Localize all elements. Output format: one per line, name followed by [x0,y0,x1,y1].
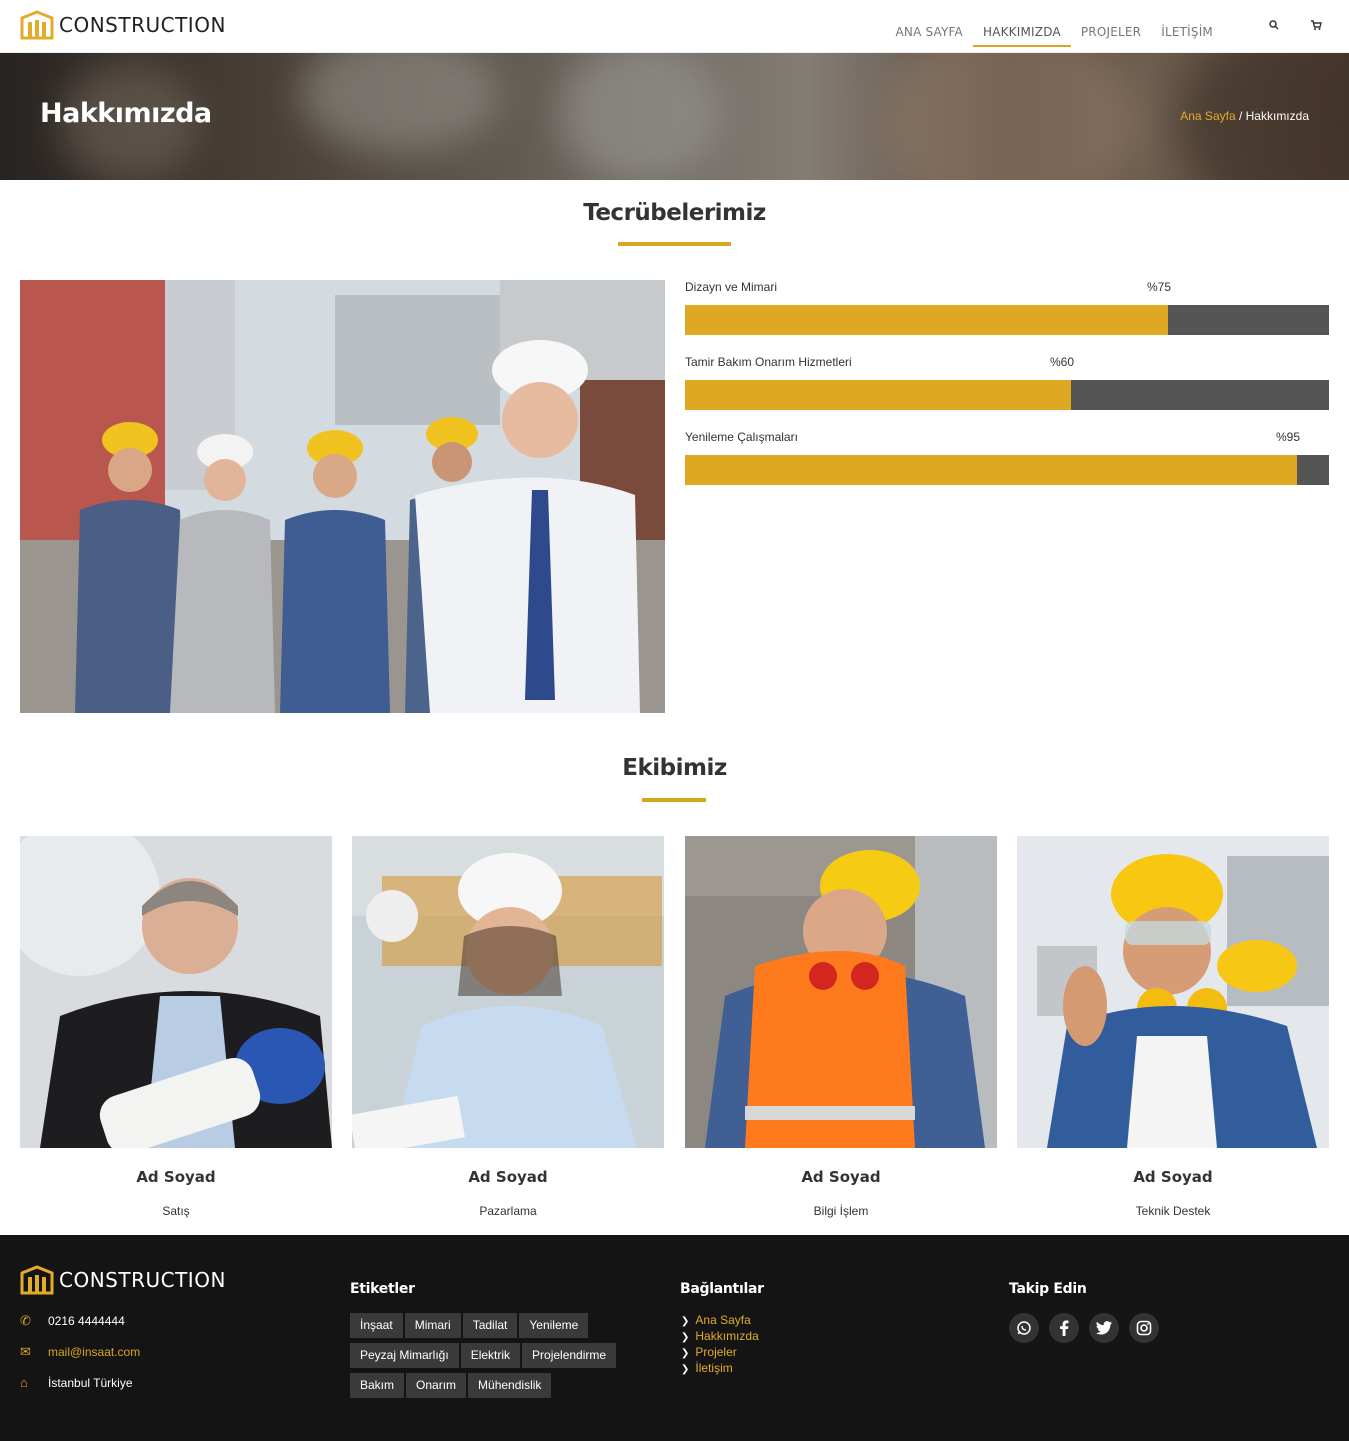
tag-link[interactable]: Mimari [404,1313,461,1338]
link-label: İletişim [695,1361,733,1375]
experience-title-underline [618,242,731,246]
member-photo [352,836,664,1148]
chevron-right-icon: ❯ [681,1364,690,1375]
link-label: Projeler [695,1345,737,1359]
member-photo [685,836,997,1148]
brand-logo[interactable]: CONSTRUCTION [20,10,226,40]
member-name: Ad Soyad [468,1168,548,1186]
tag-cloud: İnşaat Mimari Tadilat Yenileme Peyzaj Mimarl… [350,1313,650,1403]
team-group-photo [20,280,665,713]
skill-percent: %75 [1147,280,1172,294]
member-photo [20,836,332,1148]
progress-bar [685,455,1329,485]
skill-maintenance: Tamir Bakım Onarım Hizmetleri %60 [685,355,1329,410]
breadcrumb: Ana Sayfa / Hakkımızda [1180,109,1309,123]
footer-links: ❯ Ana Sayfa ❯ Hakkımızda ❯ Projeler ❯ İletiş… [681,1313,759,1377]
address-text: İstanbul Türkiye [48,1375,133,1390]
home-icon: ⌂ [20,1375,28,1390]
tag-link[interactable]: Elektrik [460,1343,521,1368]
progress-fill [685,455,1297,485]
link-label: Ana Sayfa [695,1313,751,1327]
nav-projects[interactable]: PROJELER [1071,7,1151,47]
building-logo-icon [20,10,54,40]
skill-percent: %60 [1050,355,1075,369]
skill-label: Dizayn ve Mimari [685,280,778,294]
main-nav: ANA SAYFA HAKKIMIZDA PROJELER İLETİŞİM [886,0,1349,53]
member-name: Ad Soyad [801,1168,881,1186]
social-links [1009,1313,1169,1343]
member-role: Pazarlama [479,1204,537,1218]
skill-label: Tamir Bakım Onarım Hizmetleri [685,355,852,369]
footer-address: ⌂ İstanbul Türkiye [20,1375,133,1390]
skill-design: Dizayn ve Mimari %75 [685,280,1329,335]
tag-link[interactable]: Bakım [350,1373,405,1398]
member-role: Teknik Destek [1135,1204,1211,1218]
phone-number: 0216 4444444 [48,1314,125,1328]
footer-link-home[interactable]: ❯ Ana Sayfa [681,1313,759,1329]
building-logo-icon [20,1265,54,1295]
whatsapp-icon[interactable] [1009,1313,1039,1343]
progress-fill [685,380,1072,410]
twitter-icon[interactable] [1089,1313,1119,1343]
member-role: Satış [162,1204,190,1218]
breadcrumb-separator: / [1235,109,1246,123]
mail-icon: ✉ [20,1344,31,1359]
team-member-card: Ad Soyad Satış [20,836,332,1218]
team-member-card: Ad Soyad Bilgi İşlem [685,836,997,1218]
progress-fill [685,305,1168,335]
footer-link-projects[interactable]: ❯ Projeler [681,1345,759,1361]
breadcrumb-home-link[interactable]: Ana Sayfa [1180,109,1235,123]
page-banner: Hakkımızda Ana Sayfa / Hakkımızda [0,53,1349,180]
footer-link-contact[interactable]: ❯ İletişim [681,1361,759,1377]
chevron-right-icon: ❯ [681,1316,690,1327]
cart-icon[interactable] [1295,20,1337,33]
tag-link[interactable]: Mühendislik [468,1373,552,1398]
team-member-card: Ad Soyad Teknik Destek [1017,836,1329,1218]
tag-link[interactable]: Peyzaj Mimarlığı [350,1343,459,1368]
skill-renovation: Yenileme Çalışmaları %95 [685,430,1329,485]
tag-link[interactable]: İnşaat [350,1313,403,1338]
phone-icon: ✆ [20,1313,31,1328]
progress-bar [685,305,1329,335]
email-link[interactable]: mail@insaat.com [48,1345,140,1359]
site-footer: CONSTRUCTION ✆ 0216 4444444 ✉ mail@insaa… [0,1235,1349,1441]
site-header: CONSTRUCTION ANA SAYFA HAKKIMIZDA PROJEL… [0,0,1349,53]
team-title: Ekibimiz [622,755,727,781]
member-role: Bilgi İşlem [813,1204,869,1218]
search-icon[interactable] [1253,20,1295,33]
footer-phone: ✆ 0216 4444444 [20,1313,125,1329]
team-member-card: Ad Soyad Pazarlama [352,836,664,1218]
progress-bar [685,380,1329,410]
page-title: Hakkımızda [40,98,212,129]
skill-label: Yenileme Çalışmaları [685,430,798,444]
nav-home[interactable]: ANA SAYFA [886,7,973,47]
footer-brand-name: CONSTRUCTION [59,1268,226,1292]
tag-link[interactable]: Tadilat [462,1313,518,1338]
instagram-icon[interactable] [1129,1313,1159,1343]
experience-title: Tecrübelerimiz [583,200,766,226]
links-heading: Bağlantılar [680,1281,764,1297]
footer-email: ✉ mail@insaat.com [20,1344,140,1360]
footer-link-about[interactable]: ❯ Hakkımızda [681,1329,759,1345]
footer-brand-logo[interactable]: CONSTRUCTION [20,1265,226,1295]
facebook-icon[interactable] [1049,1313,1079,1343]
chevron-right-icon: ❯ [681,1348,690,1359]
chevron-right-icon: ❯ [681,1332,690,1343]
skill-percent: %95 [1276,430,1301,444]
nav-about[interactable]: HAKKIMIZDA [972,7,1071,47]
brand-name: CONSTRUCTION [59,13,226,37]
tag-link[interactable]: Projelendirme [522,1343,617,1368]
breadcrumb-current: Hakkımızda [1245,109,1309,123]
member-name: Ad Soyad [1133,1168,1213,1186]
tags-heading: Etiketler [350,1281,415,1297]
member-name: Ad Soyad [136,1168,216,1186]
tag-link[interactable]: Onarım [406,1373,467,1398]
nav-contact[interactable]: İLETİŞİM [1151,7,1223,47]
link-label: Hakkımızda [695,1329,759,1343]
tag-link[interactable]: Yenileme [519,1313,589,1338]
member-photo [1017,836,1329,1148]
follow-heading: Takip Edin [1009,1281,1087,1297]
team-title-underline [642,798,706,802]
